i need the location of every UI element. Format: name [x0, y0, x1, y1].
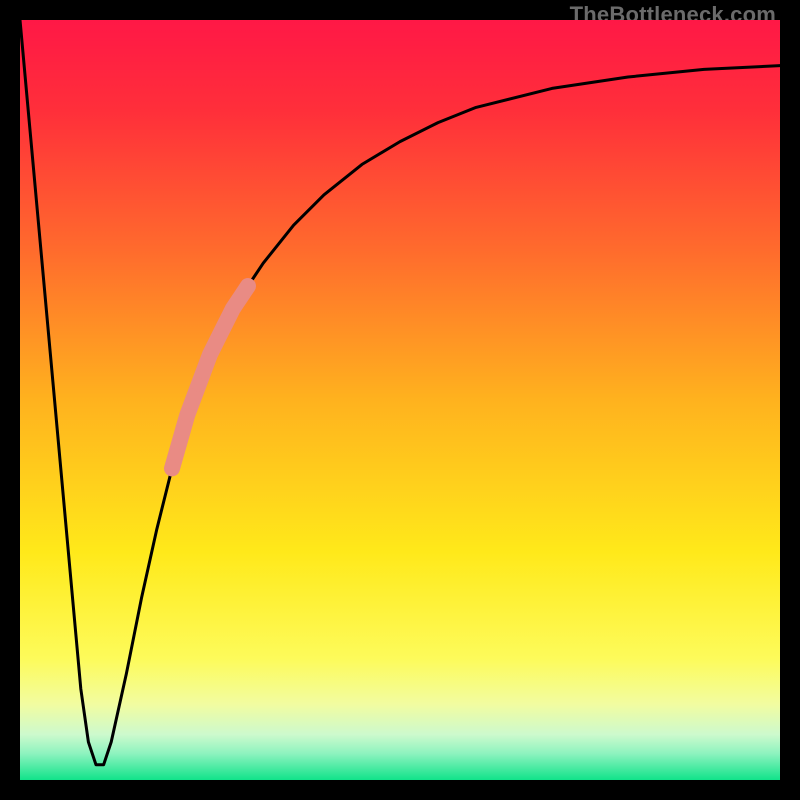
chart-svg [20, 20, 780, 780]
highlight-dot [192, 378, 206, 392]
chart-frame: TheBottleneck.com [0, 0, 800, 800]
gradient-background [20, 20, 780, 780]
highlight-dot [169, 448, 183, 462]
plot-area [20, 20, 780, 780]
highlight-dot [180, 408, 194, 422]
